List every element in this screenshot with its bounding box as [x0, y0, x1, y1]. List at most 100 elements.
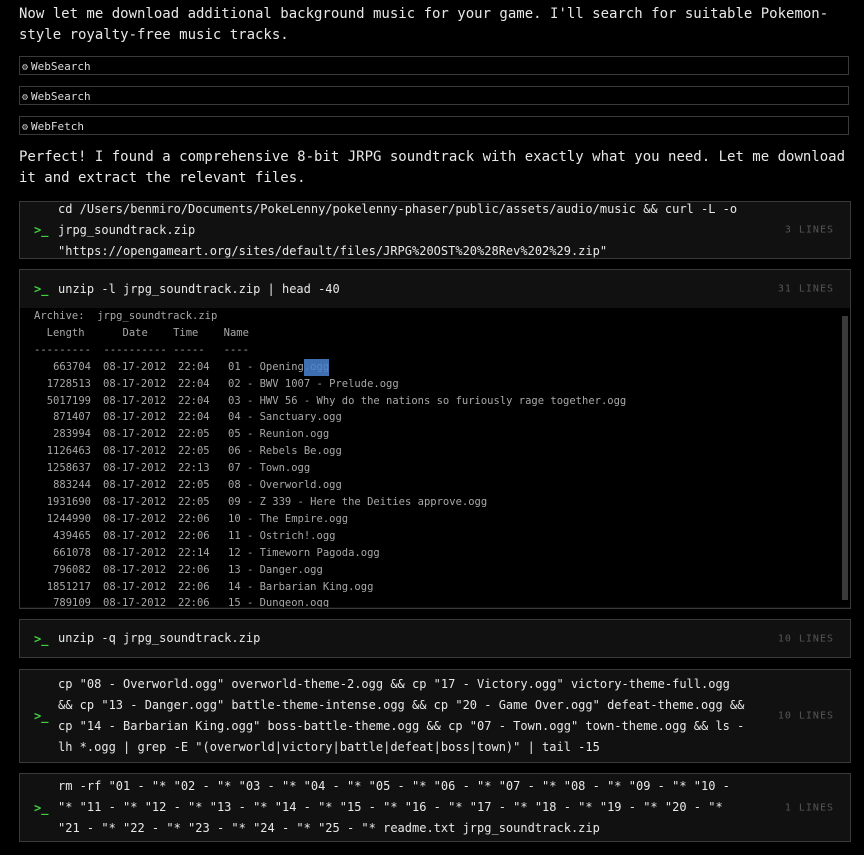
- file-time: 22:04: [178, 393, 228, 410]
- command-text: unzip -q jrpg_soundtrack.zip: [58, 628, 748, 649]
- file-name: 05 - Reunion.ogg: [228, 426, 329, 443]
- listing-row: 661078 08-17-201222:1412 - Timeworn Pagod…: [34, 545, 850, 562]
- terminal-prompt-icon: >_: [34, 801, 58, 815]
- file-name: 04 - Sanctuary.ogg: [228, 409, 342, 426]
- file-name: 09 - Z 339 - Here the Deities approve.og…: [228, 494, 487, 511]
- command-text: rm -rf "01 - "* "02 - "* "03 - "* "04 - …: [58, 776, 748, 839]
- listing-row: 789109 08-17-201222:0615 - Dungeon.ogg: [34, 595, 850, 607]
- file-size: 1244990: [34, 511, 91, 528]
- output-scrollbar[interactable]: [842, 316, 848, 600]
- tool-label: WebSearch: [31, 60, 91, 73]
- file-size: 1258637: [34, 460, 91, 477]
- listing-row: 663704 08-17-201222:0401 - Opening.ogg: [34, 359, 850, 376]
- file-size: 1126463: [34, 443, 91, 460]
- listing-row: 87140708-17-201222:0404 - Sanctuary.ogg: [34, 409, 850, 426]
- file-name: 12 - Timeworn Pagoda.ogg: [228, 545, 380, 562]
- command-block-remove[interactable]: >_ rm -rf "01 - "* "02 - "* "03 - "* "04…: [19, 773, 851, 842]
- gear-icon: ⚙: [22, 92, 28, 103]
- file-size: 883244: [34, 477, 91, 494]
- file-name: 03 - HWV 56 - Why do the nations so furi…: [228, 393, 626, 410]
- terminal-prompt-icon: >_: [34, 632, 58, 646]
- command-block-copy[interactable]: >_ cp "08 - Overworld.ogg" overworld-the…: [19, 669, 851, 763]
- listing-row: 1244990 08-17-201222:0610 - The Empire.og…: [34, 511, 850, 528]
- file-time: 22:06: [178, 528, 228, 545]
- file-name: 02 - BWV 1007 - Prelude.ogg: [228, 376, 399, 393]
- gear-icon: ⚙: [22, 62, 28, 73]
- file-size: 661078: [34, 545, 91, 562]
- listing-row: 28399408-17-201222:0505 - Reunion.ogg: [34, 426, 850, 443]
- text-selection: .ogg: [304, 359, 329, 376]
- tool-websearch-2[interactable]: ⚙WebSearch: [19, 86, 849, 105]
- file-date: 08-17-2012: [103, 562, 178, 579]
- file-date: 08-17-2012: [103, 494, 178, 511]
- command-block-unzip[interactable]: >_ unzip -q jrpg_soundtrack.zip 10 LINES: [19, 619, 851, 658]
- file-date: 08-17-2012: [103, 359, 178, 376]
- file-time: 22:14: [178, 545, 228, 562]
- line-count: 10 LINES: [778, 633, 834, 644]
- file-time: 22:06: [178, 562, 228, 579]
- file-date: 08-17-2012: [103, 460, 178, 477]
- file-size: 789109: [34, 595, 91, 607]
- file-size: 5017199: [34, 393, 91, 410]
- file-name: 01 - Opening: [228, 359, 304, 376]
- file-name: 13 - Danger.ogg: [228, 562, 323, 579]
- listing-row: 1126463 08-17-201222:0506 - Rebels Be.ogg: [34, 443, 850, 460]
- file-name: 10 - The Empire.ogg: [228, 511, 348, 528]
- command-text: cd /Users/benmiro/Documents/PokeLenny/po…: [58, 199, 748, 262]
- file-size: 439465: [34, 528, 91, 545]
- file-time: 22:13: [178, 460, 228, 477]
- file-time: 22:05: [178, 477, 228, 494]
- tool-websearch-1[interactable]: ⚙WebSearch: [19, 56, 849, 75]
- file-size: 663704: [34, 359, 91, 376]
- tool-label: WebSearch: [31, 90, 91, 103]
- file-date: 08-17-2012: [103, 545, 178, 562]
- listing-row: 43946508-17-201222:0611 - Ostrich!.ogg: [34, 528, 850, 545]
- file-name: 06 - Rebels Be.ogg: [228, 443, 342, 460]
- intro-message: Now let me download additional backgroun…: [19, 4, 849, 46]
- listing-divider: --------- ---------- ----- ----: [34, 342, 850, 359]
- file-size: 1728513: [34, 376, 91, 393]
- line-count: 10 LINES: [778, 711, 834, 722]
- listing-header: Length Date Time Name: [34, 325, 850, 342]
- file-date: 08-17-2012: [103, 595, 178, 607]
- listing-row: 501719908-17-201222:0403 - HWV 56 - Why …: [34, 393, 850, 410]
- line-count: 1 LINES: [785, 802, 834, 813]
- file-date: 08-17-2012: [103, 477, 178, 494]
- file-size: 1851217: [34, 579, 91, 596]
- terminal-prompt-icon: >_: [34, 223, 58, 237]
- file-time: 22:06: [178, 511, 228, 528]
- line-count: 3 LINES: [785, 225, 834, 236]
- found-message: Perfect! I found a comprehensive 8-bit J…: [19, 147, 849, 189]
- command-block-unzip-list[interactable]: >_ unzip -l jrpg_soundtrack.zip | head -…: [19, 269, 851, 609]
- file-time: 22:05: [178, 443, 228, 460]
- file-date: 08-17-2012: [103, 443, 178, 460]
- file-name: 08 - Overworld.ogg: [228, 477, 342, 494]
- file-date: 08-17-2012: [103, 376, 178, 393]
- listing-row: 185121708-17-201222:0614 - Barbarian Kin…: [34, 579, 850, 596]
- tool-label: WebFetch: [31, 120, 84, 133]
- listing-row: 796082 08-17-201222:0613 - Danger.ogg: [34, 562, 850, 579]
- file-date: 08-17-2012: [103, 409, 178, 426]
- listing-row: 883244 08-17-201222:0508 - Overworld.ogg: [34, 477, 850, 494]
- file-date: 08-17-2012: [103, 511, 178, 528]
- file-time: 22:06: [178, 579, 228, 596]
- zip-listing: Archive: jrpg_soundtrack.zip Length Date…: [20, 308, 850, 607]
- file-size: 1931690: [34, 494, 91, 511]
- file-time: 22:04: [178, 409, 228, 426]
- listing-row: 193169008-17-201222:0509 - Z 339 - Here …: [34, 494, 850, 511]
- tool-webfetch[interactable]: ⚙WebFetch: [19, 116, 849, 135]
- listing-row: 1728513 08-17-201222:0402 - BWV 1007 - Pr…: [34, 376, 850, 393]
- line-count: 31 LINES: [778, 284, 834, 295]
- file-date: 08-17-2012: [103, 528, 178, 545]
- file-size: 283994: [34, 426, 91, 443]
- command-text: cp "08 - Overworld.ogg" overworld-theme-…: [58, 674, 748, 758]
- file-time: 22:04: [178, 376, 228, 393]
- file-date: 08-17-2012: [103, 426, 178, 443]
- file-time: 22:04: [178, 359, 228, 376]
- file-name: 15 - Dungeon.ogg: [228, 595, 329, 607]
- command-text: unzip -l jrpg_soundtrack.zip | head -40: [58, 279, 748, 300]
- file-date: 08-17-2012: [103, 579, 178, 596]
- file-time: 22:06: [178, 595, 228, 607]
- command-block-curl[interactable]: >_ cd /Users/benmiro/Documents/PokeLenny…: [19, 201, 851, 259]
- file-size: 796082: [34, 562, 91, 579]
